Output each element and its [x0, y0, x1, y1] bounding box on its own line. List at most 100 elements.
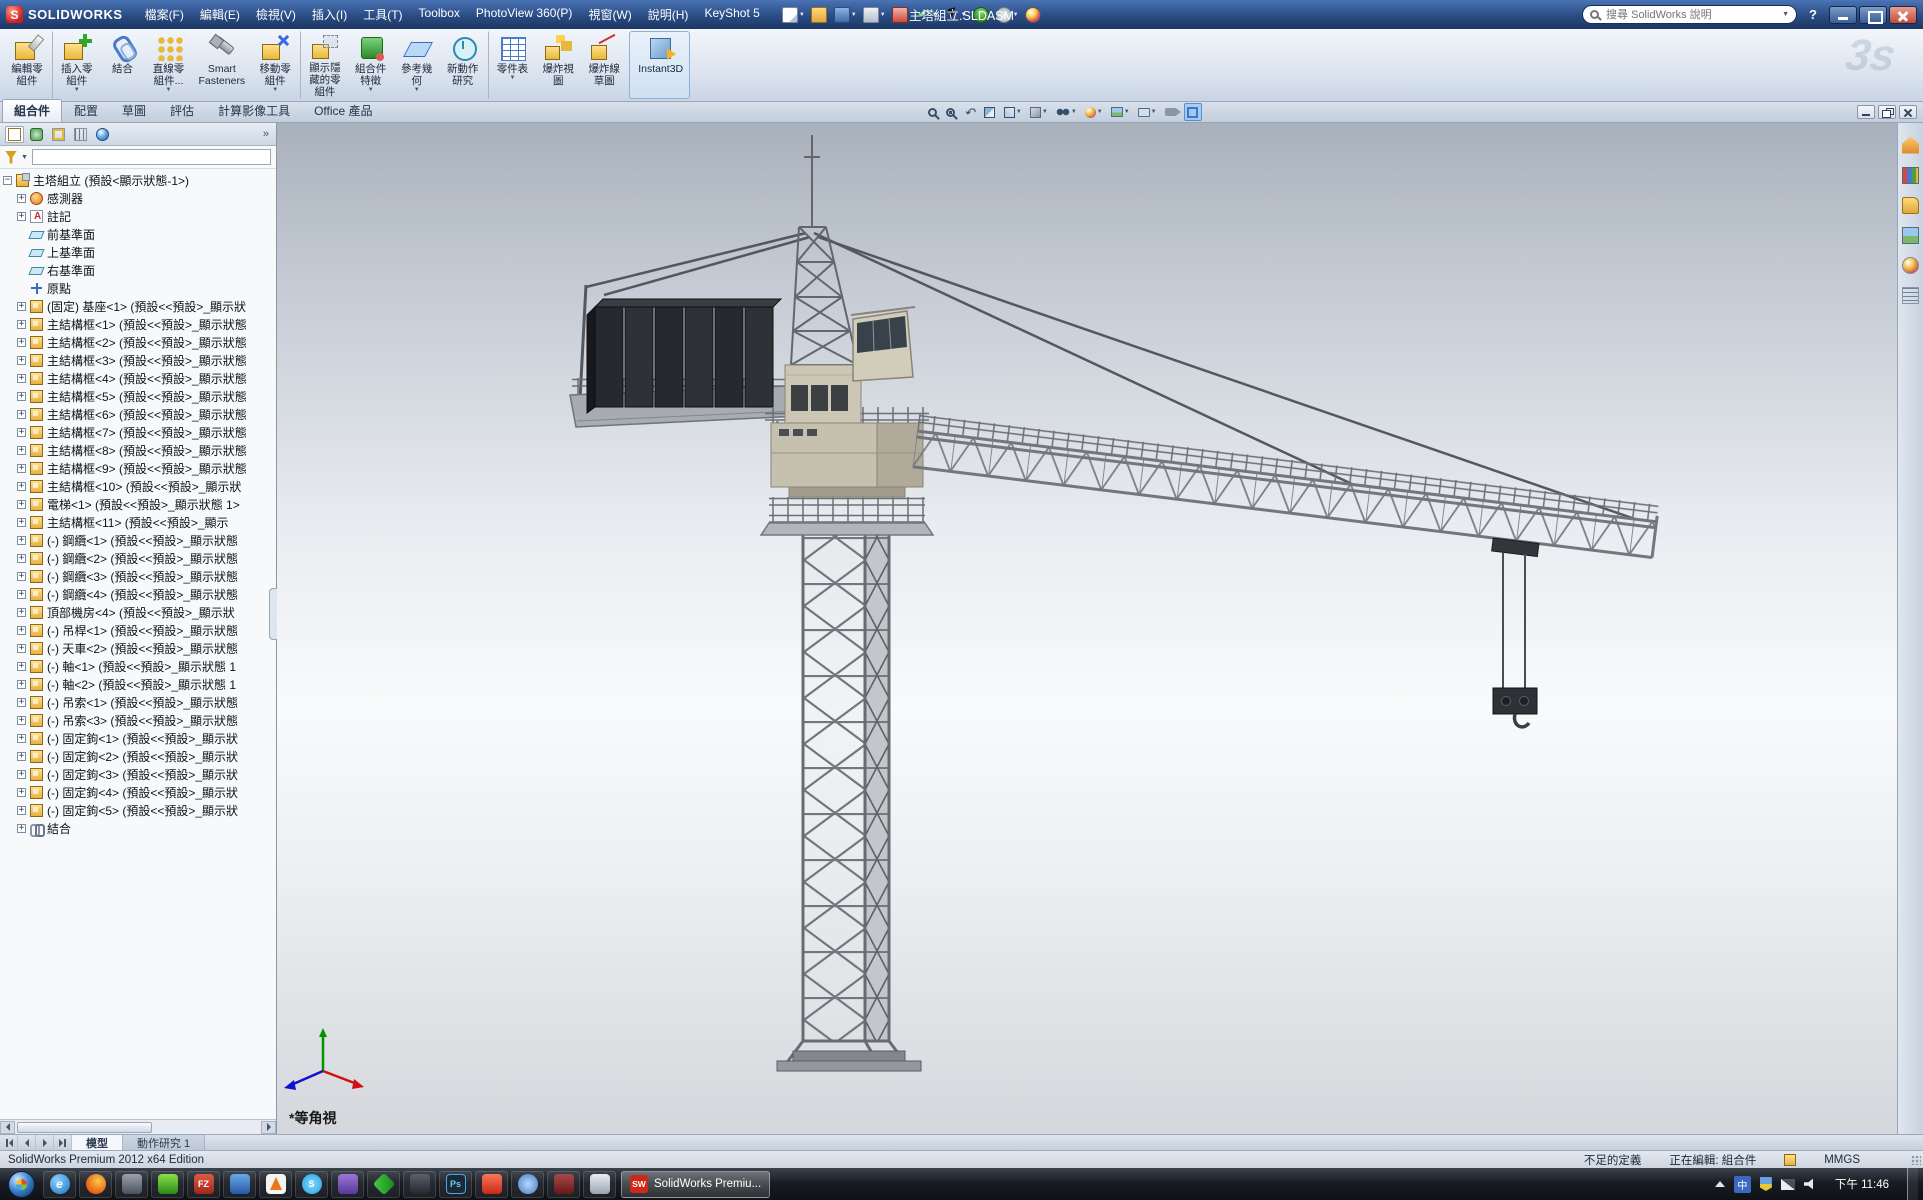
tree-expander[interactable]: + — [17, 392, 26, 401]
open-file-icon[interactable] — [809, 6, 830, 24]
taskbar-app-red[interactable] — [475, 1171, 508, 1198]
tree-item[interactable]: + 主結構框<10> (預設<<預設>_顯示狀 — [0, 477, 276, 495]
taskbar-app-green-diamond[interactable] — [367, 1171, 400, 1198]
tree-item[interactable]: 上基準面 — [0, 243, 276, 261]
tree-item[interactable]: + 主結構框<5> (預設<<預設>_顯示狀態 — [0, 387, 276, 405]
tree-item[interactable]: + (-) 鋼纜<4> (預設<<預設>_顯示狀態 — [0, 585, 276, 603]
tree-item[interactable]: + 頂部機房<4> (預設<<預設>_顯示狀 — [0, 603, 276, 621]
tree-expander[interactable]: + — [17, 572, 26, 581]
tree-item[interactable]: 前基準面 — [0, 225, 276, 243]
show-hidden-components-button[interactable]: 顯示隱 藏的零 組件 — [300, 31, 348, 99]
tray-network-icon[interactable] — [1781, 1179, 1795, 1190]
mate-button[interactable]: 結合 — [100, 31, 146, 99]
menu-item[interactable]: PhotoView 360(P) — [468, 3, 581, 26]
tree-expander[interactable]: + — [17, 536, 26, 545]
custom-properties-icon[interactable] — [1784, 1154, 1796, 1166]
graphics-viewport[interactable]: *等角視 — [277, 123, 1897, 1134]
start-button[interactable] — [8, 1171, 35, 1198]
tree-item[interactable]: + 主結構框<9> (預設<<預設>_顯示狀態 — [0, 459, 276, 477]
tree-item[interactable]: + (-) 鋼纜<1> (預設<<預設>_顯示狀態 — [0, 531, 276, 549]
document-close-button[interactable] — [1899, 105, 1917, 119]
tree-item[interactable]: + (-) 固定鉤<4> (預設<<預設>_顯示狀 — [0, 783, 276, 801]
tree-item[interactable]: + (-) 軸<2> (預設<<預設>_顯示狀態 1 — [0, 675, 276, 693]
edit-appearance-icon[interactable]: ▼ — [1083, 103, 1105, 121]
tree-expander[interactable]: + — [17, 734, 26, 743]
scrollbar-track[interactable] — [15, 1121, 261, 1134]
search-scope-arrow-icon[interactable]: ▼ — [1782, 11, 1789, 18]
tree-item[interactable]: + (-) 吊索<3> (預設<<預設>_顯示狀態 — [0, 711, 276, 729]
assembly-features-button[interactable]: 組合件 特徵 ▼ — [348, 31, 394, 99]
insert-components-button[interactable]: 插入零 組件 ▼ — [52, 31, 100, 99]
bottom-tab[interactable]: 模型 — [72, 1135, 123, 1150]
tree-item[interactable]: + (固定) 基座<1> (預設<<預設>_顯示狀 — [0, 297, 276, 315]
command-tab[interactable]: 配置 — [62, 99, 110, 122]
machinery-housing[interactable] — [785, 365, 861, 423]
tree-item[interactable]: + 結合 — [0, 819, 276, 837]
design-library-icon[interactable] — [1901, 165, 1921, 185]
taskbar-app-media-purple[interactable] — [331, 1171, 364, 1198]
taskbar-app-filezilla[interactable]: FZ — [187, 1171, 220, 1198]
unit-system[interactable]: MMGS — [1824, 1154, 1860, 1166]
taskbar-clock[interactable]: 下午 11:46 — [1826, 1176, 1898, 1192]
apply-scene-icon[interactable]: ▼ — [1109, 103, 1132, 121]
tree-item[interactable]: + (-) 軸<1> (預設<<預設>_顯示狀態 1 — [0, 657, 276, 675]
tree-expander[interactable]: + — [17, 698, 26, 707]
tree-expander[interactable]: + — [17, 680, 26, 689]
menu-item[interactable]: KeyShot 5 — [696, 3, 767, 26]
reference-geometry-button[interactable]: 參考幾 何 ▼ — [394, 31, 440, 99]
help-button[interactable]: ? — [1805, 7, 1821, 22]
menu-item[interactable]: 說明(H) — [640, 3, 697, 26]
tree-expander[interactable]: + — [17, 464, 26, 473]
taskbar-app-media-green[interactable] — [151, 1171, 184, 1198]
propertymanager-tab[interactable] — [27, 126, 46, 143]
tree-expander[interactable]: + — [17, 752, 26, 761]
window-close-button[interactable] — [1889, 6, 1917, 24]
tree-item[interactable]: + (-) 固定鉤<5> (預設<<預設>_顯示狀 — [0, 801, 276, 819]
taskbar-app-skype[interactable]: S — [295, 1171, 328, 1198]
delete-icon[interactable] — [890, 6, 911, 24]
tree-expander[interactable]: + — [17, 554, 26, 563]
bill-of-materials-button[interactable]: 零件表 ▼ — [488, 31, 536, 99]
print-icon[interactable]: ▼ — [861, 6, 888, 24]
taskbar-active-solidworks[interactable]: SW SolidWorks Premiu... — [621, 1171, 770, 1198]
zoom-fit-icon[interactable] — [926, 103, 940, 121]
resize-grip[interactable] — [1911, 1155, 1921, 1165]
view-palette-icon[interactable] — [1901, 225, 1921, 245]
bottom-tab[interactable]: 動作研究 1 — [123, 1135, 205, 1150]
taskbar-app-console[interactable] — [403, 1171, 436, 1198]
displaymanager-tab[interactable] — [93, 126, 112, 143]
solidworks-resources-icon[interactable] — [1901, 135, 1921, 155]
camera-icon[interactable] — [1163, 103, 1180, 121]
tree-item[interactable]: + 註記 — [0, 207, 276, 225]
tree-item[interactable]: + (-) 天車<2> (預設<<預設>_顯示狀態 — [0, 639, 276, 657]
tree-expander[interactable]: + — [17, 716, 26, 725]
tree-expander[interactable]: + — [17, 302, 26, 311]
tower-base[interactable] — [777, 1041, 921, 1071]
tree-expander[interactable]: + — [17, 770, 26, 779]
document-restore-button[interactable] — [1878, 105, 1896, 119]
taskbar-app-ie[interactable]: e — [43, 1171, 76, 1198]
document-minimize-button[interactable] — [1857, 105, 1875, 119]
tree-item[interactable]: + (-) 固定鉤<1> (預設<<預設>_顯示狀 — [0, 729, 276, 747]
hide-show-items-icon[interactable]: ▼ — [1054, 103, 1079, 121]
tree-item[interactable]: + 感測器 — [0, 189, 276, 207]
tab-next-button[interactable] — [36, 1135, 54, 1150]
tree-expander[interactable]: + — [17, 500, 26, 509]
tree-expander[interactable]: + — [17, 590, 26, 599]
edit-component-button[interactable]: 編輯零 組件 — [4, 31, 50, 99]
tab-last-button[interactable] — [54, 1135, 72, 1150]
tray-update-shield[interactable] — [1760, 1177, 1772, 1191]
search-input[interactable] — [1604, 8, 1777, 22]
taskbar-app-maroon[interactable] — [547, 1171, 580, 1198]
scroll-right-button[interactable] — [261, 1121, 276, 1134]
tree-expander[interactable]: + — [17, 518, 26, 527]
crane-3d-model[interactable]: *等角視 — [277, 123, 1897, 1134]
taskbar-app-vlc[interactable] — [259, 1171, 292, 1198]
tree-expander[interactable]: + — [17, 356, 26, 365]
tree-item[interactable]: + 主結構框<8> (預設<<預設>_顯示狀態 — [0, 441, 276, 459]
window-minimize-button[interactable] — [1829, 6, 1857, 24]
show-desktop-button[interactable] — [1907, 1168, 1918, 1200]
tree-item[interactable]: + (-) 固定鉤<3> (預設<<預設>_顯示狀 — [0, 765, 276, 783]
tower-mast[interactable] — [803, 535, 889, 1041]
main-jib[interactable] — [911, 414, 1658, 570]
